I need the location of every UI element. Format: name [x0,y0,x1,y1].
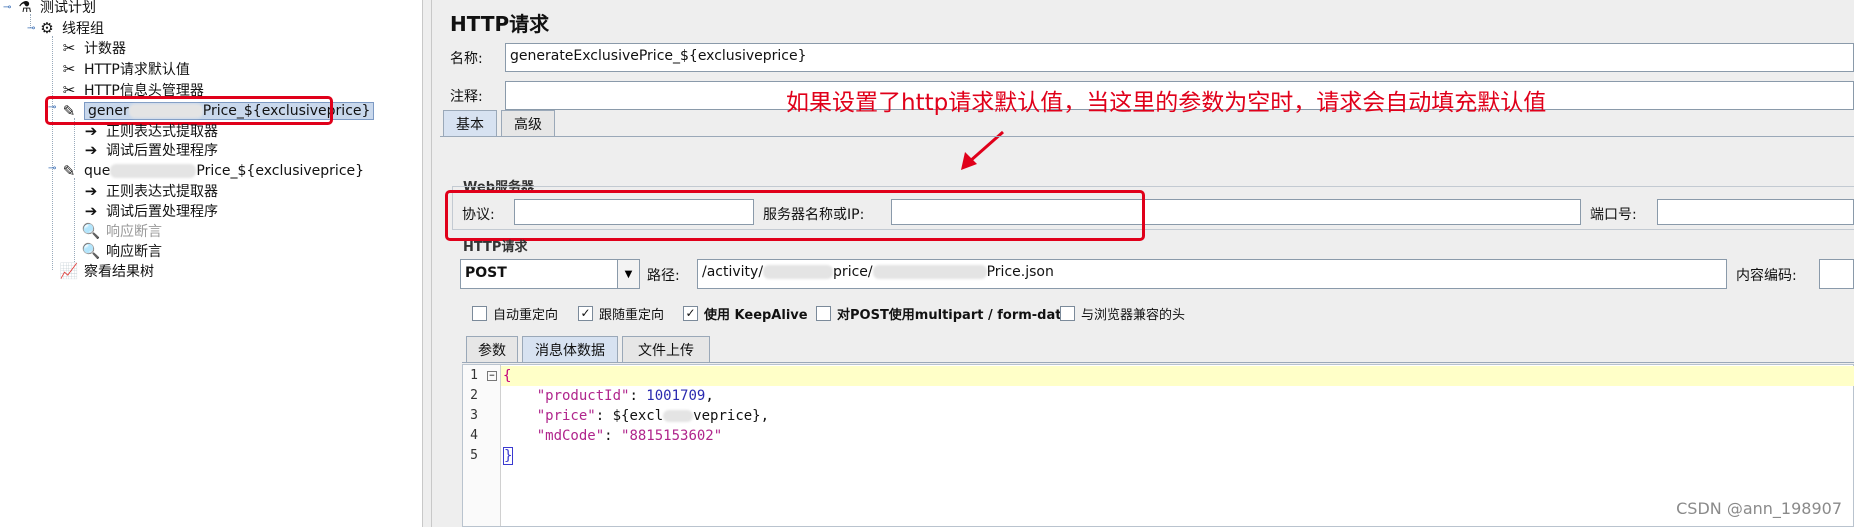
line-number: 4 [470,428,478,443]
post-processor-arrow-icon: ➔ [84,122,98,140]
tab-file-upload[interactable]: 文件上传 [622,336,710,362]
path-label: 路径: [647,268,680,284]
method-value: POST [465,265,507,281]
checkbox-auto-redirect[interactable]: 自动重定向 [472,304,558,323]
code-line-2: "productId": 1001709, [536,388,714,404]
assertion-magnifier-icon: 🔍 [81,242,101,260]
highlight-box-web-server [445,190,1145,241]
tree-item-response-assertion[interactable]: 🔍 响应断言 [80,240,162,262]
tree-item-view-results-tree[interactable]: 📈 察看结果树 [58,260,154,282]
checkbox-box [472,306,487,321]
current-line-highlight [501,366,1854,386]
port-label: 端口号: [1590,207,1637,223]
panel-title: HTTP请求 [450,12,550,36]
body-data-editor[interactable]: 1 − 2 3 4 5 { "productId": 1001709, "pri… [462,364,1854,527]
check-icon: ✓ [683,306,698,321]
checkbox-keepalive[interactable]: ✓ 使用 KeepAlive [683,304,808,323]
code-line-1: { [503,368,512,384]
code-line-5: } [503,447,514,465]
tree-item-counter[interactable]: ✂ 计数器 [58,37,126,59]
redacted-blur [110,164,197,178]
config-tools-icon: ✂ [62,39,76,57]
config-tools-icon: ✂ [62,60,76,78]
checkbox-box [1060,306,1075,321]
body-tab-strip-border [462,362,1854,363]
tree-item-thread-group[interactable]: ⚙ 线程组 [36,17,104,39]
line-number: 3 [470,408,478,423]
name-label: 名称: [450,51,483,67]
checkbox-box [816,306,831,321]
checkbox-follow-redirect[interactable]: ✓ 跟随重定向 [578,304,664,323]
tree-item-response-assertion-disabled[interactable]: 🔍 响应断言 [80,220,162,242]
listener-chart-icon: 📈 [59,262,79,280]
redacted-blur [663,410,694,422]
name-field[interactable]: generateExclusivePrice_${exclusiveprice} [505,43,1854,72]
port-field[interactable] [1657,199,1854,225]
tree-item-test-plan[interactable]: ⚗ 测试计划 [14,0,96,18]
checkbox-browser-compatible-headers[interactable]: 与浏览器兼容的头 [1060,304,1185,323]
redacted-blur [763,265,834,279]
code-line-3: "price": ${excl veprice}, [536,408,770,424]
post-processor-arrow-icon: ➔ [84,141,98,159]
tree-item-debug-post-processor-2[interactable]: ➔ 调试后置处理程序 [80,200,218,222]
tree-connector [52,36,53,270]
chevron-down-icon[interactable]: ▼ [617,260,639,288]
assertion-magnifier-icon: 🔍 [81,222,101,240]
code-line-4: "mdCode": "8815153602" [536,428,723,444]
tree-item-debug-post-processor[interactable]: ➔ 调试后置处理程序 [80,139,218,161]
tree-item-regex-extractor-2[interactable]: ➔ 正则表达式提取器 [80,180,218,202]
http-request-legend: HTTP请求 [463,240,528,255]
annotation-arrow-icon [961,130,1004,170]
tree-toggle-icon[interactable]: ⊸ [48,164,58,174]
redacted-blur [872,265,987,279]
test-plan-icon: ⚗ [18,0,32,16]
tree-toggle-icon[interactable]: ⊸ [3,3,13,13]
path-field[interactable]: /activity/price/Price.json [697,259,1727,289]
tab-parameters[interactable]: 参数 [466,336,518,362]
checkbox-multipart[interactable]: 对POST使用multipart / form-data [816,304,1070,323]
comment-label: 注释: [450,89,483,105]
line-number: 1 [470,368,478,383]
method-select[interactable]: POST ▼ [460,259,640,289]
content-encoding-label: 内容编码: [1736,268,1797,284]
tab-body-data[interactable]: 消息体数据 [522,336,618,362]
http-sampler-pipette-icon: ✎ [62,162,76,180]
line-number: 2 [470,388,478,403]
annotation-text: 如果设置了http请求默认值，当这里的参数为空时，请求会自动填充默认值 [786,90,1547,116]
split-pane-divider[interactable] [422,0,432,527]
tree-item-query-price-sampler[interactable]: ✎ que Price_${exclusiveprice} [58,160,364,182]
watermark-text: CSDN @ann_198907 [1676,499,1842,518]
tree-item-http-defaults[interactable]: ✂ HTTP请求默认值 [58,58,190,80]
test-plan-tree: ⊸ ⊸ ⊸ ⊸ ⚗ 测试计划 ⚙ 线程组 ✂ 计数器 ✂ HTTP请求默认值 ✂… [0,0,422,527]
content-encoding-field[interactable] [1819,259,1854,289]
line-number-gutter: 1 − 2 3 4 5 [463,365,501,526]
tab-basic[interactable]: 基本 [443,110,497,136]
check-icon: ✓ [578,306,593,321]
tab-strip-border [440,136,1854,137]
fold-icon[interactable]: − [487,371,497,381]
post-processor-arrow-icon: ➔ [84,202,98,220]
thread-group-gear-icon: ⚙ [40,19,54,37]
post-processor-arrow-icon: ➔ [84,182,98,200]
tab-advanced[interactable]: 高级 [501,110,555,136]
line-number: 5 [470,448,478,463]
